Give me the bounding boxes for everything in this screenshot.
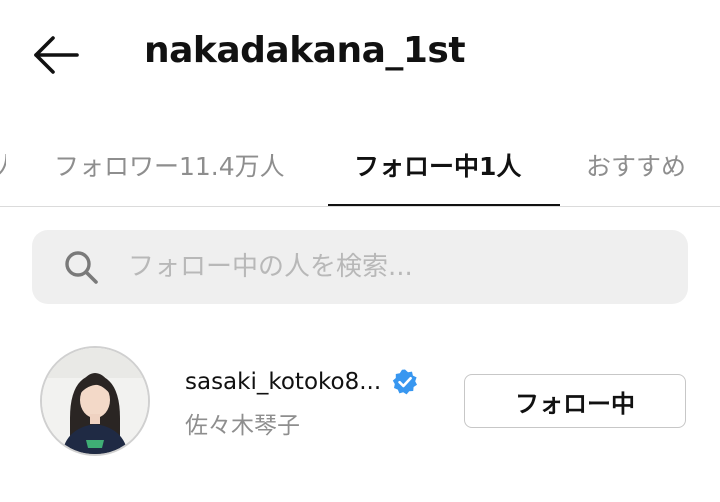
back-button[interactable] — [30, 33, 82, 77]
tab-offscreen-fragment[interactable]: 人 — [0, 125, 6, 205]
following-button[interactable]: フォロー中 — [464, 374, 686, 428]
list-item[interactable]: sasaki_kotoko8... 佐々木琴子 フォロー中 — [0, 336, 720, 466]
tab-suggested[interactable]: おすすめ — [586, 125, 686, 205]
profile-photo-icon — [42, 348, 148, 454]
search-bar[interactable] — [32, 230, 688, 304]
username: sasaki_kotoko8... — [185, 369, 382, 395]
page-title: nakadakana_1st — [144, 30, 466, 71]
search-icon — [65, 251, 98, 284]
verified-badge-icon — [392, 369, 418, 395]
top-bar: nakadakana_1st — [0, 0, 720, 110]
tab-following[interactable]: フォロー中1人 — [354, 125, 521, 205]
display-name: 佐々木琴子 — [185, 413, 300, 439]
tab-bar: 人 フォロワー11.4万人 フォロー中1人 おすすめ — [0, 125, 720, 207]
search-input[interactable] — [128, 230, 668, 304]
tab-followers[interactable]: フォロワー11.4万人 — [54, 125, 285, 205]
tabs-divider — [0, 206, 720, 207]
arrow-left-icon — [34, 36, 79, 74]
username-line[interactable]: sasaki_kotoko8... — [185, 368, 419, 396]
avatar[interactable] — [40, 346, 150, 456]
